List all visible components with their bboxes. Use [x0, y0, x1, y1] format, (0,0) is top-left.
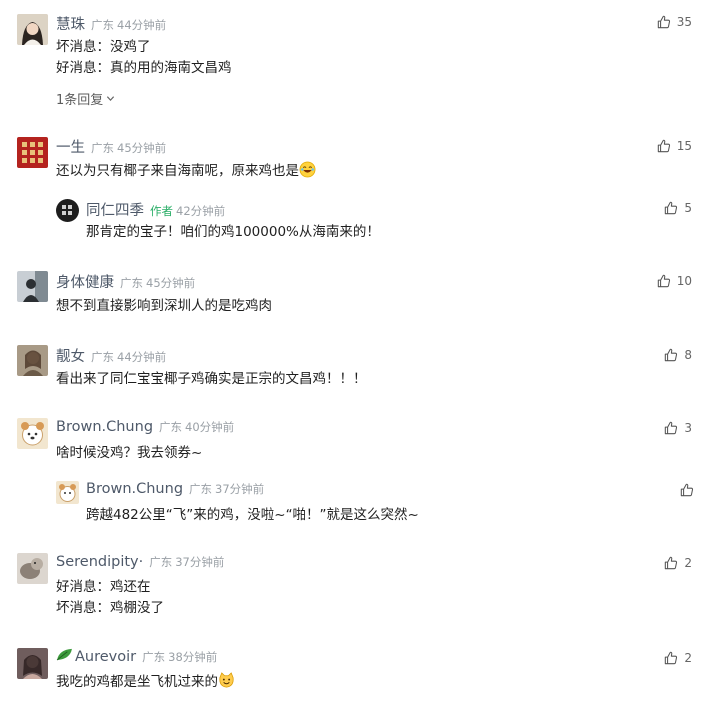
thumbs-up-icon: [657, 139, 671, 153]
comment-time: 44分钟前: [117, 18, 167, 32]
like-button[interactable]: 15: [657, 139, 692, 153]
comment-meta: 慧珠 广东 44分钟前: [56, 13, 166, 33]
comment-text-line: 看出来了同仁宝宝椰子鸡确实是正宗的文昌鸡！！！: [56, 371, 367, 387]
commenter-name[interactable]: 身体健康: [56, 271, 114, 292]
comment-meta: Brown.Chung 广东 40分钟前: [56, 419, 234, 439]
commenter-name[interactable]: 一生: [56, 136, 85, 157]
comment-text-line: 想不到直接影响到深圳人的是吃鸡肉: [56, 298, 272, 314]
commenter-name[interactable]: 靓女: [56, 345, 85, 366]
like-count: 2: [684, 556, 692, 570]
reply-meta: 同仁四季 作者 42分钟前: [86, 199, 225, 219]
comment-text-line: 好消息：真的用的海南文昌鸡: [56, 60, 232, 76]
like-count: 5: [684, 201, 692, 215]
replier-name[interactable]: 同仁四季: [86, 199, 144, 220]
reply-text-line: 那肯定的宝子！咱们的鸡100000%从海南来的！: [86, 224, 380, 240]
avatar[interactable]: [17, 137, 48, 168]
comment-time: 40分钟前: [185, 420, 235, 434]
comment-meta: Serendipity· 广东 37分钟前: [56, 554, 224, 574]
like-count: 10: [676, 274, 692, 288]
avatar[interactable]: [56, 199, 79, 222]
reply-time: 37分钟前: [215, 482, 265, 496]
thumbs-up-icon: [664, 201, 678, 215]
comment-meta: Aurevoir 广东 38分钟前: [56, 648, 217, 668]
comment-text: 我吃的鸡都是坐飞机过来的: [56, 674, 218, 690]
commenter-name[interactable]: Serendipity·: [56, 554, 143, 570]
like-count: 3: [684, 421, 692, 435]
avatar[interactable]: [17, 648, 48, 679]
author-badge: 作者: [150, 204, 173, 218]
thumbs-up-icon: [664, 421, 678, 435]
laugh-emoji: [299, 161, 316, 178]
like-button[interactable]: 3: [664, 421, 692, 435]
like-button[interactable]: 2: [664, 651, 692, 665]
like-button[interactable]: 10: [657, 274, 692, 288]
comment-meta: 身体健康 广东 45分钟前: [56, 271, 195, 291]
comment-text-line: 坏消息：鸡棚没了: [56, 600, 164, 616]
like-button[interactable]: 8: [664, 348, 692, 362]
comment-text: 还以为只有椰子来自海南呢，原来鸡也是: [56, 163, 299, 179]
reply-location: 广东: [189, 482, 213, 496]
leaf-icon: [56, 648, 72, 661]
comment-location: 广东: [149, 555, 173, 569]
avatar[interactable]: [17, 345, 48, 376]
reply-text-line: 跨越482公里“飞”来的鸡，没啦~“啪！”就是这么突然~: [86, 507, 419, 523]
replier-name[interactable]: Brown.Chung: [86, 481, 183, 497]
comment-text-line: 坏消息：没鸡了: [56, 39, 151, 55]
comment-text-line: 我吃的鸡都是坐飞机过来的: [56, 672, 235, 693]
cat-emoji: [219, 672, 234, 688]
comment-text-line: 还以为只有椰子来自海南呢，原来鸡也是: [56, 161, 316, 182]
comment-meta: 一生 广东 45分钟前: [56, 136, 166, 156]
avatar[interactable]: [17, 418, 48, 449]
like-count: 8: [684, 348, 692, 362]
reply-meta: Brown.Chung 广东 37分钟前: [86, 481, 264, 501]
like-button[interactable]: [680, 483, 694, 497]
comment-location: 广东: [91, 141, 114, 155]
like-count: 35: [676, 15, 692, 29]
comment-time: 37分钟前: [175, 555, 225, 569]
thumbs-up-icon: [657, 274, 671, 288]
commenter-name[interactable]: 慧珠: [56, 13, 85, 34]
comment-location: 广东: [120, 276, 143, 290]
avatar[interactable]: [17, 14, 48, 45]
avatar[interactable]: [17, 271, 48, 302]
comment-time: 38分钟前: [168, 650, 218, 664]
comment-location: 广东: [159, 420, 183, 434]
comment-location: 广东: [91, 18, 114, 32]
like-button[interactable]: 35: [657, 15, 692, 29]
like-button[interactable]: 5: [664, 201, 692, 215]
like-button[interactable]: 2: [664, 556, 692, 570]
comment-time: 45分钟前: [146, 276, 196, 290]
commenter-name[interactable]: Aurevoir: [75, 649, 136, 665]
reply-time: 42分钟前: [176, 204, 226, 218]
commenter-name[interactable]: Brown.Chung: [56, 419, 153, 435]
avatar[interactable]: [17, 553, 48, 584]
thumbs-up-icon: [657, 15, 671, 29]
comment-time: 45分钟前: [117, 141, 167, 155]
like-count: 15: [676, 139, 692, 153]
expand-replies-button[interactable]: 1条回复: [56, 89, 115, 108]
comment-text-line: 啥时候没鸡？我去领券~: [56, 445, 203, 461]
comment-location: 广东: [142, 650, 166, 664]
comment-time: 44分钟前: [117, 350, 167, 364]
avatar[interactable]: [56, 481, 79, 504]
expand-replies-label: 1条回复: [56, 93, 104, 108]
thumbs-up-icon: [664, 651, 678, 665]
comment-location: 广东: [91, 350, 114, 364]
chevron-down-icon: [107, 96, 115, 101]
like-count: 2: [684, 651, 692, 665]
thumbs-up-icon: [664, 556, 678, 570]
thumbs-up-icon: [680, 483, 694, 497]
comment-meta: 靓女 广东 44分钟前: [56, 345, 166, 365]
comment-text-line: 好消息：鸡还在: [56, 579, 151, 595]
thumbs-up-icon: [664, 348, 678, 362]
